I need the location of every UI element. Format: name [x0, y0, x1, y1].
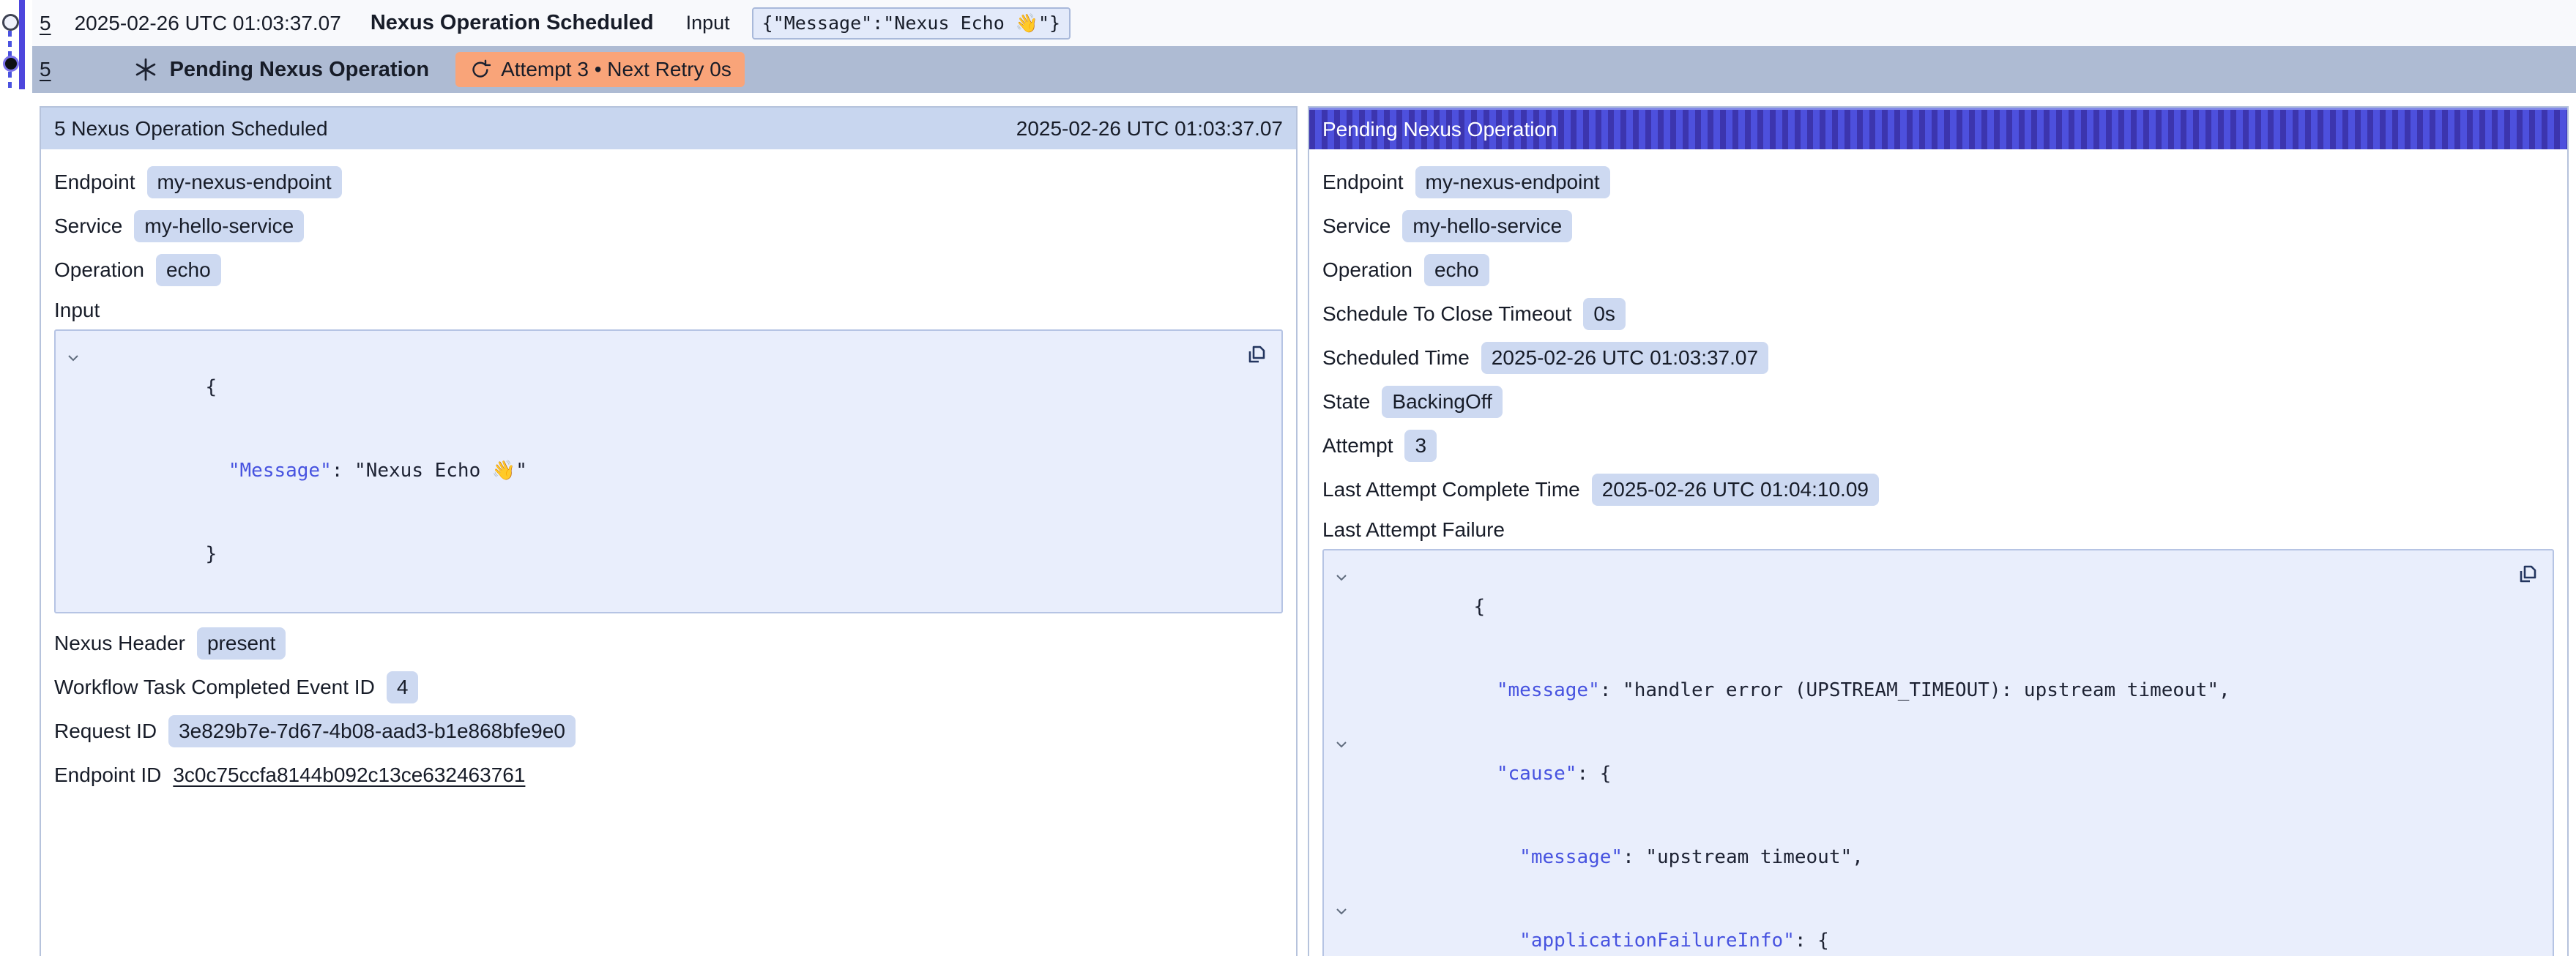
field-service: Service my-hello-service [54, 209, 1283, 243]
endpoint-badge: my-nexus-endpoint [147, 166, 342, 198]
field-operation: Operation echo [1322, 253, 2554, 287]
attempt-badge: 3 [1404, 430, 1437, 462]
service-badge: my-hello-service [134, 210, 304, 242]
copy-button[interactable] [2514, 562, 2539, 589]
field-service: Service my-hello-service [1322, 209, 2554, 243]
event-title: Nexus Operation Scheduled [371, 11, 654, 35]
request-id-badge: 3e829b7e-7d67-4b08-aad3-b1e868bfe9e0 [168, 715, 576, 747]
attempt-retry-badge: Attempt 3 • Next Retry 0s [455, 52, 745, 87]
scheduled-time-badge: 2025-02-26 UTC 01:03:37.07 [1481, 342, 1768, 374]
last-attempt-failure-json-block: { "message": "handler error (UPSTREAM_TI… [1322, 549, 2554, 956]
last-attempt-failure-label: Last Attempt Failure [1322, 518, 2554, 542]
collapse-chevron-icon[interactable] [1334, 739, 1349, 750]
collapse-chevron-icon[interactable] [1334, 905, 1349, 917]
field-last-attempt-complete-time: Last Attempt Complete Time 2025-02-26 UT… [1322, 473, 2554, 507]
wft-completed-event-id-badge: 4 [387, 671, 419, 703]
collapse-chevron-icon[interactable] [66, 352, 81, 364]
left-panel-timestamp: 2025-02-26 UTC 01:03:37.07 [1016, 117, 1283, 141]
input-json-block: { "Message": "Nexus Echo 👋" } [54, 329, 1283, 613]
json-line: { [64, 346, 1223, 429]
field-scheduled-time: Scheduled Time 2025-02-26 UTC 01:03:37.0… [1322, 341, 2554, 375]
pending-asterisk-icon [133, 57, 158, 82]
field-attempt: Attempt 3 [1322, 429, 2554, 463]
field-state: State BackingOff [1322, 385, 2554, 419]
state-badge: BackingOff [1382, 386, 1502, 418]
right-panel-title: Pending Nexus Operation [1322, 118, 1557, 141]
left-panel-header: 5 Nexus Operation Scheduled 2025-02-26 U… [41, 108, 1296, 149]
attempt-retry-text: Attempt 3 • Next Retry 0s [501, 58, 732, 81]
service-badge: my-hello-service [1402, 210, 1572, 242]
json-line: "cause": { [1333, 732, 2494, 815]
event-input-label: Input [686, 12, 730, 34]
pending-nexus-operation-panel: Pending Nexus Operation Endpoint my-nexu… [1308, 106, 2569, 956]
endpoint-badge: my-nexus-endpoint [1415, 166, 1610, 198]
event-id-link[interactable]: 5 [40, 12, 51, 35]
timeline-current-dot-icon [3, 56, 19, 72]
field-request-id: Request ID 3e829b7e-7d67-4b08-aad3-b1e86… [54, 714, 1283, 748]
field-endpoint: Endpoint my-nexus-endpoint [54, 165, 1283, 199]
collapse-chevron-icon[interactable] [1334, 572, 1349, 583]
last-attempt-complete-time-badge: 2025-02-26 UTC 01:04:10.09 [1592, 474, 1879, 506]
schedule-to-close-timeout-badge: 0s [1583, 298, 1626, 330]
right-panel-header: Pending Nexus Operation [1309, 108, 2567, 149]
left-panel-body: Endpoint my-nexus-endpoint Service my-he… [41, 149, 1296, 808]
field-nexus-header: Nexus Header present [54, 627, 1283, 660]
event-row-nexus-operation-scheduled[interactable]: 5 2025-02-26 UTC 01:03:37.07 Nexus Opera… [32, 0, 2576, 46]
left-panel-title: 5 Nexus Operation Scheduled [54, 117, 328, 141]
json-line: "message": "handler error (UPSTREAM_TIME… [1333, 649, 2494, 732]
right-panel-body: Endpoint my-nexus-endpoint Service my-he… [1309, 149, 2567, 956]
active-event-indicator-bar [19, 0, 25, 89]
copy-icon [1243, 343, 1268, 367]
json-line: "message": "upstream timeout", [1333, 815, 2494, 899]
pending-event-title: Pending Nexus Operation [170, 58, 430, 82]
field-operation: Operation echo [54, 253, 1283, 287]
temporal-event-history-screen: 5 2025-02-26 UTC 01:03:37.07 Nexus Opera… [0, 0, 2576, 956]
event-id-link[interactable]: 5 [40, 58, 51, 81]
input-section-label: Input [54, 299, 1283, 322]
timeline-open-circle-icon [2, 14, 19, 31]
field-endpoint: Endpoint my-nexus-endpoint [1322, 165, 2554, 199]
endpoint-id-link[interactable]: 3c0c75ccfa8144b092c13ce632463761 [173, 763, 525, 787]
nexus-header-badge: present [197, 627, 286, 660]
nexus-operation-scheduled-panel: 5 Nexus Operation Scheduled 2025-02-26 U… [40, 106, 1298, 956]
event-row-pending-nexus-operation[interactable]: 5 Pending Nexus Operation Attempt 3 • Ne… [32, 46, 2576, 93]
field-workflow-task-completed-event-id: Workflow Task Completed Event ID 4 [54, 671, 1283, 704]
copy-icon [2514, 562, 2539, 587]
json-line: "Message": "Nexus Echo 👋" [64, 429, 1223, 512]
event-input-chip: {"Message":"Nexus Echo 👋"} [752, 7, 1071, 40]
retry-refresh-icon [469, 59, 491, 81]
event-timestamp: 2025-02-26 UTC 01:03:37.07 [75, 12, 341, 35]
operation-badge: echo [1424, 254, 1489, 286]
copy-button[interactable] [1243, 343, 1268, 370]
operation-badge: echo [156, 254, 221, 286]
json-line: "applicationFailureInfo": { [1333, 899, 2494, 956]
json-line: { [1333, 565, 2494, 649]
json-line: } [64, 512, 1223, 596]
field-schedule-to-close-timeout: Schedule To Close Timeout 0s [1322, 297, 2554, 331]
field-endpoint-id: Endpoint ID 3c0c75ccfa8144b092c13ce63246… [54, 758, 1283, 792]
